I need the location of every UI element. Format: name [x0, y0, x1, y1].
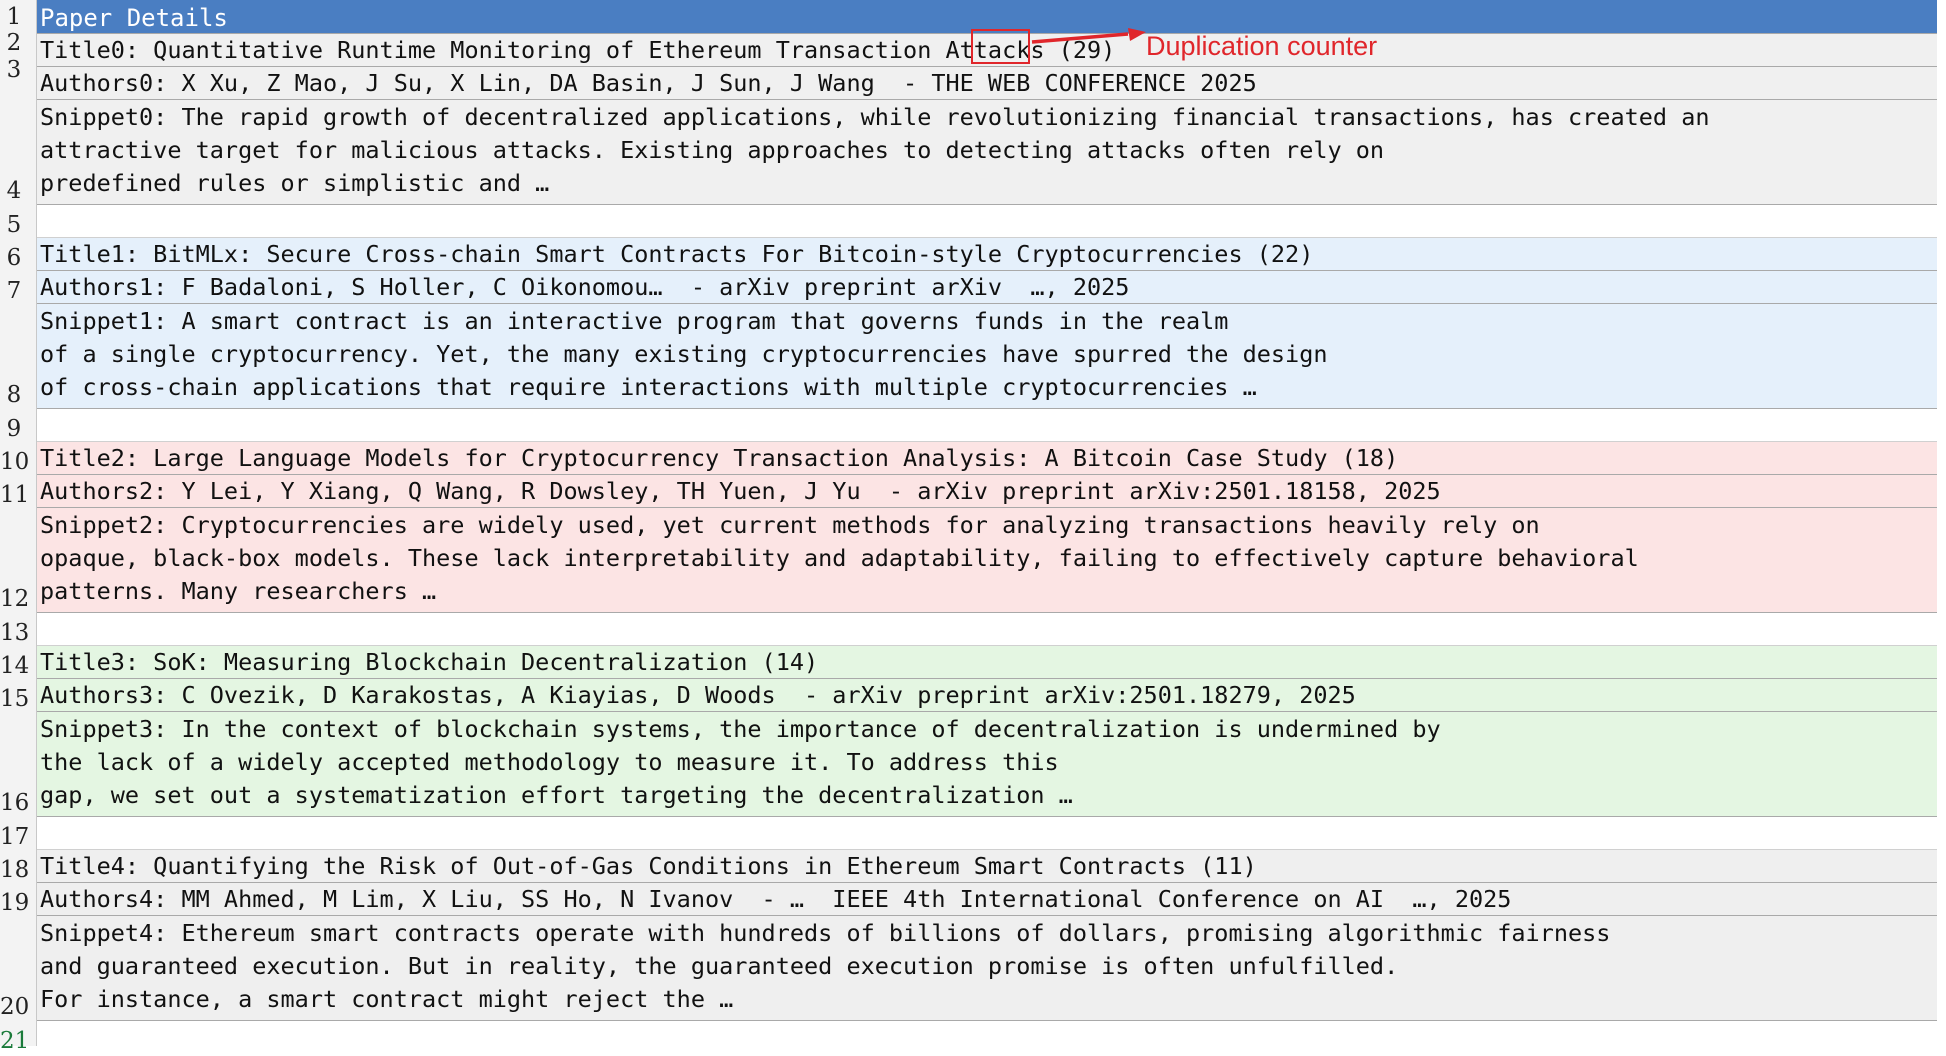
blank-row[interactable] — [37, 817, 1937, 850]
snippet-line[interactable]: attractive target for malicious attacks.… — [40, 134, 1384, 167]
title-row[interactable]: Title1: BitMLx: Secure Cross-chain Smart… — [37, 238, 1937, 271]
snippet-line[interactable]: predefined rules or simplistic and … — [40, 167, 549, 200]
title-cell[interactable]: Title0: Quantitative Runtime Monitoring … — [40, 34, 1115, 67]
authors-cell[interactable]: Authors3: C Ovezik, D Karakostas, A Kiay… — [40, 679, 1356, 712]
snippet-row[interactable]: Snippet0: The rapid growth of decentrali… — [37, 100, 1937, 205]
row-number[interactable]: 13 — [0, 618, 29, 648]
row-number[interactable]: 16 — [0, 788, 29, 818]
title-row[interactable]: Title4: Quantifying the Risk of Out-of-G… — [37, 850, 1937, 883]
sheet-right-edge — [1937, 0, 1946, 1046]
row-number[interactable]: 5 — [0, 210, 28, 240]
snippet-line[interactable]: of cross-chain applications that require… — [40, 371, 1257, 404]
snippet-row[interactable]: Snippet1: A smart contract is an interac… — [37, 304, 1937, 409]
authors-cell[interactable]: Authors4: MM Ahmed, M Lim, X Liu, SS Ho,… — [40, 883, 1511, 916]
title-cell[interactable]: Title3: SoK: Measuring Blockchain Decent… — [40, 646, 818, 679]
blank-row[interactable] — [37, 409, 1937, 442]
snippet-line[interactable]: patterns. Many researchers … — [40, 575, 436, 608]
authors-cell[interactable]: Authors2: Y Lei, Y Xiang, Q Wang, R Dows… — [40, 475, 1441, 508]
snippet-line[interactable]: opaque, black-box models. These lack int… — [40, 542, 1639, 575]
snippet-line[interactable]: and guaranteed execution. But in reality… — [40, 950, 1398, 983]
row-number[interactable]: 20 — [0, 992, 29, 1022]
snippet-line[interactable]: of a single cryptocurrency. Yet, the man… — [40, 338, 1328, 371]
snippet-row[interactable]: Snippet4: Ethereum smart contracts opera… — [37, 916, 1937, 1021]
spreadsheet: 1 2 3 4 5 6 7 8 9 10 11 12 13 14 15 16 1… — [0, 0, 1946, 1054]
authors-row[interactable]: Authors3: C Ovezik, D Karakostas, A Kiay… — [37, 679, 1937, 712]
row-number[interactable]: 17 — [0, 822, 29, 852]
row-number[interactable]: 2 — [0, 28, 28, 58]
row-number[interactable]: 15 — [0, 684, 29, 714]
row-number[interactable]: 19 — [0, 888, 29, 918]
snippet-line[interactable]: Snippet1: A smart contract is an interac… — [40, 305, 1228, 338]
title-row[interactable]: Title3: SoK: Measuring Blockchain Decent… — [37, 646, 1937, 679]
snippet-line[interactable]: Snippet3: In the context of blockchain s… — [40, 713, 1441, 746]
annotation-arrow-icon — [1031, 28, 1146, 44]
authors-row[interactable]: Authors0: X Xu, Z Mao, J Su, X Lin, DA B… — [37, 67, 1937, 100]
authors-row[interactable]: Authors2: Y Lei, Y Xiang, Q Wang, R Dows… — [37, 475, 1937, 508]
snippet-line[interactable]: For instance, a smart contract might rej… — [40, 983, 733, 1016]
snippet-line[interactable]: Snippet2: Cryptocurrencies are widely us… — [40, 509, 1540, 542]
blank-row[interactable] — [37, 613, 1937, 646]
row-number[interactable]: 8 — [0, 380, 28, 410]
row-number[interactable]: 18 — [0, 855, 29, 885]
row-number[interactable]: 12 — [0, 584, 29, 614]
authors-row[interactable]: Authors4: MM Ahmed, M Lim, X Liu, SS Ho,… — [37, 883, 1937, 916]
snippet-line[interactable]: Snippet4: Ethereum smart contracts opera… — [40, 917, 1610, 950]
row-number[interactable]: 7 — [0, 276, 28, 306]
annotation-label: Duplication counter — [1146, 31, 1378, 61]
snippet-row[interactable]: Snippet3: In the context of blockchain s… — [37, 712, 1937, 817]
snippet-row[interactable]: Snippet2: Cryptocurrencies are widely us… — [37, 508, 1937, 613]
title-row[interactable]: Title2: Large Language Models for Crypto… — [37, 442, 1937, 475]
row-number[interactable]: 10 — [0, 447, 29, 477]
row-number-column: 1 2 3 4 5 6 7 8 9 10 11 12 13 14 15 16 1… — [0, 0, 37, 1054]
title-cell[interactable]: Title2: Large Language Models for Crypto… — [40, 442, 1398, 475]
authors-row[interactable]: Authors1: F Badaloni, S Holler, C Oikono… — [37, 271, 1937, 304]
duplication-counter-highlight — [971, 29, 1030, 64]
title-cell[interactable]: Title1: BitMLx: Secure Cross-chain Smart… — [40, 238, 1313, 271]
blank-row[interactable] — [37, 205, 1937, 238]
authors-cell[interactable]: Authors1: F Badaloni, S Holler, C Oikono… — [40, 271, 1129, 304]
header-cell[interactable]: Paper Details — [40, 2, 228, 35]
row-number[interactable]: 11 — [0, 480, 29, 510]
snippet-line[interactable]: Snippet0: The rapid growth of decentrali… — [40, 101, 1710, 134]
authors-cell[interactable]: Authors0: X Xu, Z Mao, J Su, X Lin, DA B… — [40, 67, 1257, 100]
title-cell[interactable]: Title4: Quantifying the Risk of Out-of-G… — [40, 850, 1257, 883]
row-number[interactable]: 21 — [0, 1026, 29, 1056]
row-number[interactable]: 4 — [0, 176, 28, 206]
row-number[interactable]: 14 — [0, 651, 29, 681]
snippet-line[interactable]: gap, we set out a systematization effort… — [40, 779, 1073, 812]
snippet-line[interactable]: the lack of a widely accepted methodolog… — [40, 746, 1059, 779]
row-number[interactable]: 6 — [0, 243, 28, 273]
row-number[interactable]: 3 — [0, 55, 28, 85]
blank-row[interactable] — [37, 1021, 1937, 1046]
row-number[interactable]: 9 — [0, 414, 28, 444]
